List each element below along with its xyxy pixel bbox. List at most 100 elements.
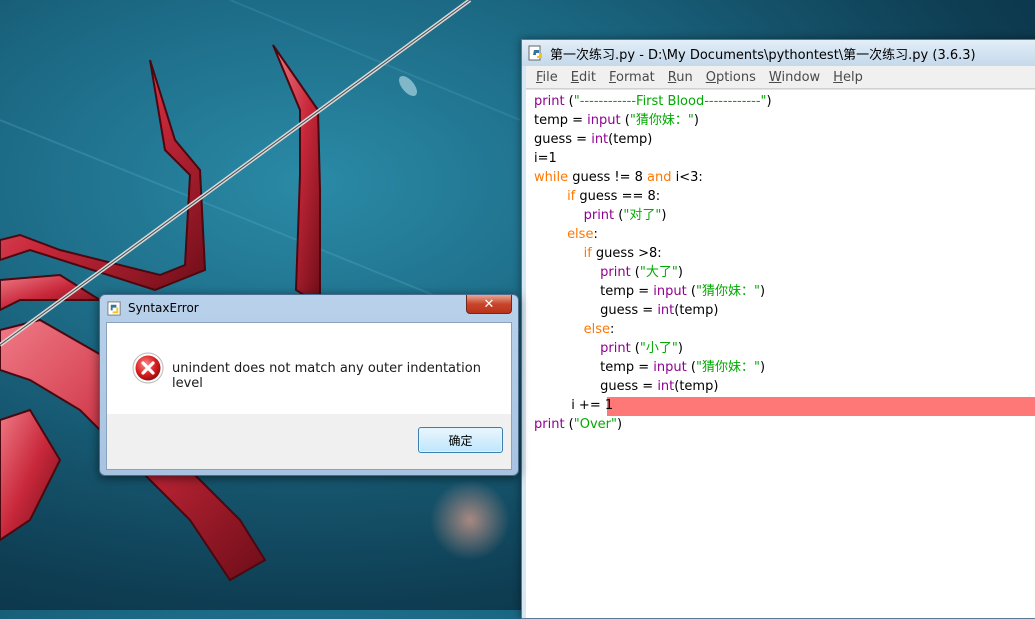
code-token: ) <box>759 284 766 299</box>
code-token: ( <box>620 113 630 128</box>
code-token: "猜你妹：" <box>695 360 760 375</box>
menu-label-rest: elp <box>842 69 863 85</box>
menu-help[interactable]: Help <box>833 70 863 85</box>
menu-edit[interactable]: Edit <box>571 70 596 85</box>
code-token: guess != 8 <box>568 170 648 185</box>
code-token: print <box>600 341 631 356</box>
code-token: "猜你妹：" <box>695 284 760 299</box>
code-line: print ("------------First Blood---------… <box>526 92 1035 111</box>
code-token: guess = <box>534 379 658 394</box>
menu-mnemonic: F <box>608 69 616 85</box>
code-token: i<3: <box>671 170 703 185</box>
code-token: input <box>653 360 687 375</box>
menu-label-rest: ormat <box>615 69 655 85</box>
error-message: unindent does not match any outer indent… <box>172 361 481 391</box>
close-icon: ✕ <box>483 296 495 312</box>
error-line-highlight <box>607 397 1035 416</box>
code-token: ) <box>759 360 766 375</box>
code-token: int <box>591 132 609 147</box>
code-token: "猜你妹：" <box>629 113 694 128</box>
menu-mnemonic: O <box>705 69 716 85</box>
code-token: temp = <box>534 360 654 375</box>
menu-run[interactable]: Run <box>668 70 693 85</box>
code-token: if <box>583 246 592 261</box>
code-token: guess = <box>534 303 658 318</box>
ok-button[interactable]: 确定 <box>418 427 503 453</box>
close-button[interactable]: ✕ <box>466 295 512 314</box>
menu-mnemonic: W <box>768 69 782 85</box>
error-icon <box>132 352 164 384</box>
code-token: ) <box>766 94 772 109</box>
code-line: if guess == 8: <box>526 187 1035 206</box>
code-line: if guess >8: <box>526 244 1035 263</box>
menu-label-rest: indow <box>781 69 821 85</box>
code-line: temp = input ("猜你妹：") <box>526 358 1035 377</box>
code-line: else: <box>526 225 1035 244</box>
code-token: else <box>567 227 594 242</box>
code-token: print <box>534 417 565 432</box>
menu-window[interactable]: Window <box>769 70 820 85</box>
code-line: guess = int(temp) <box>526 377 1035 396</box>
code-token: and <box>647 170 672 185</box>
syntax-error-dialog[interactable]: SyntaxError ✕ unindent does not match an… <box>99 294 519 476</box>
code-token: print <box>534 94 565 109</box>
code-line: print ("对了") <box>526 206 1035 225</box>
code-token: guess >8: <box>591 246 662 261</box>
menu-mnemonic: E <box>570 69 579 85</box>
code-token: temp = <box>534 113 588 128</box>
code-token: "小了" <box>639 341 678 356</box>
code-editor[interactable]: print ("------------First Blood---------… <box>526 90 1035 618</box>
code-line: guess = int(temp) <box>526 130 1035 149</box>
menu-file[interactable]: File <box>536 70 558 85</box>
code-token: ( <box>614 208 624 223</box>
code-token: ( <box>630 265 640 280</box>
code-token: guess == 8: <box>575 189 661 204</box>
code-token: ) <box>677 265 683 280</box>
code-token: input <box>653 284 687 299</box>
code-line: i += 1 <box>526 396 1035 416</box>
code-token: temp = <box>534 284 654 299</box>
code-token: (temp) <box>608 132 653 147</box>
code-token: guess = <box>534 132 592 147</box>
idle-window-title: 第一次练习.py - D:\My Documents\pythontest\第一… <box>550 47 976 63</box>
code-token: "------------First Blood------------" <box>573 94 767 109</box>
code-line: temp = input ("猜你妹：") <box>526 282 1035 301</box>
menu-options[interactable]: Options <box>706 70 756 85</box>
menu-mnemonic: R <box>667 69 677 85</box>
code-token: ( <box>564 417 574 432</box>
code-token: while <box>534 170 569 185</box>
code-token: (temp) <box>674 379 719 394</box>
code-token: print <box>583 208 615 223</box>
dialog-title: SyntaxError <box>128 301 199 315</box>
code-line: else: <box>526 320 1035 339</box>
dialog-message-area: unindent does not match any outer indent… <box>107 323 511 414</box>
idle-editor-window[interactable]: 第一次练习.py - D:\My Documents\pythontest\第一… <box>521 39 1035 619</box>
code-token: ) <box>677 341 683 356</box>
python-file-icon <box>528 45 542 61</box>
code-token: int <box>657 303 675 318</box>
dialog-body: unindent does not match any outer indent… <box>106 322 512 470</box>
dialog-titlebar[interactable]: SyntaxError <box>100 295 518 321</box>
code-token: "大了" <box>639 265 678 280</box>
code-token: "Over" <box>573 417 617 432</box>
idle-menubar: File Edit Format Run Options Window Help <box>526 66 1035 89</box>
code-token: ) <box>693 113 699 128</box>
code-line: print ("Over") <box>526 415 1035 434</box>
code-token: input <box>587 113 621 128</box>
code-token: (temp) <box>674 303 719 318</box>
idle-titlebar[interactable]: 第一次练习.py - D:\My Documents\pythontest\第一… <box>522 40 1035 66</box>
menu-format[interactable]: Format <box>609 70 655 85</box>
code-line: temp = input ("猜你妹：") <box>526 111 1035 130</box>
code-token: i=1 <box>534 151 557 166</box>
code-token: ( <box>564 94 574 109</box>
menu-label-rest: ptions <box>715 69 756 85</box>
code-token: ( <box>686 284 696 299</box>
menu-label-rest: un <box>676 69 693 85</box>
menu-label-rest: ile <box>542 69 558 85</box>
code-token: ) <box>617 417 623 432</box>
code-token: ( <box>630 341 640 356</box>
code-token: "对了" <box>623 208 662 223</box>
